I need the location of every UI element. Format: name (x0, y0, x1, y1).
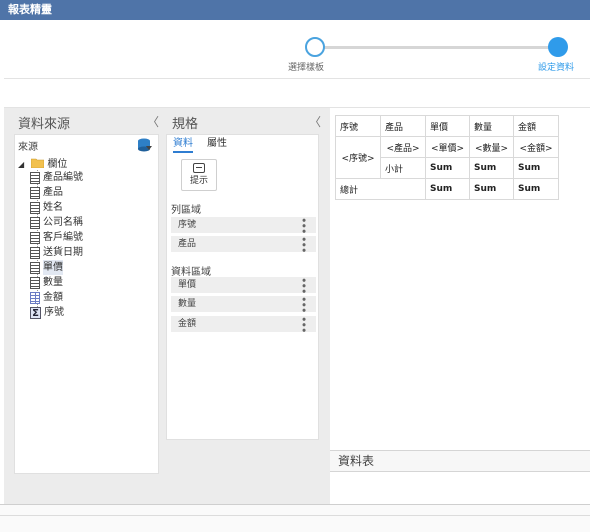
expand-icon[interactable]: ◢ (18, 160, 28, 169)
table-cell[interactable]: 小計 (380, 157, 426, 179)
spec-collapse-icon[interactable]: 〈 (309, 113, 321, 130)
table-cell[interactable]: Sum (469, 178, 514, 200)
table-cell[interactable]: 序號 (335, 115, 381, 137)
tree-field-serial[interactable]: Σ 序號 (30, 305, 64, 320)
toolbar (4, 78, 590, 108)
field-icon (30, 261, 40, 274)
wizard-steps: 選擇樣板 設定資料 (4, 30, 590, 78)
datasource-header: 資料來源 (18, 117, 71, 132)
datasource-collapse-icon[interactable]: 〈 (147, 113, 159, 130)
window-title: 報表精靈 (0, 0, 590, 20)
tree-field-amount[interactable]: 金額 (30, 290, 63, 305)
footer-bar (0, 504, 590, 532)
tree-field-quantity[interactable]: 數量 (30, 275, 63, 290)
tree-field-product[interactable]: 產品 (30, 185, 63, 200)
report-table[interactable]: 序號 產品 單價 數量 金額 <序號> <產品> <單價> <數量> <金額> … (335, 115, 559, 200)
table-cell[interactable]: <金額> (513, 136, 559, 158)
tree-field-customer-id[interactable]: 客戶編號 (30, 230, 83, 245)
table-cell[interactable]: <序號> (335, 136, 381, 179)
sheet-header[interactable]: 資料表 (330, 450, 590, 472)
table-cell[interactable]: Sum (425, 178, 470, 200)
table-cell[interactable]: 單價 (425, 115, 470, 137)
field-icon (30, 246, 40, 259)
sigma-icon: Σ (30, 306, 41, 319)
table-cell[interactable]: <數量> (469, 136, 514, 158)
more-icon[interactable]: ••• (295, 296, 311, 312)
field-icon (30, 216, 40, 229)
wizard-step-set-data[interactable] (548, 37, 568, 57)
table-cell[interactable]: Sum (513, 157, 559, 179)
wizard-step2-label[interactable]: 設定資料 (538, 60, 574, 73)
table-cell[interactable]: 產品 (380, 115, 426, 137)
data-section-label: 資料區域 (171, 267, 211, 278)
table-row: 序號 產品 單價 數量 金額 (335, 115, 559, 137)
database-icon[interactable] (137, 138, 153, 152)
spec-panel: 資料 屬性 提示 列區域 序號 ••• 產品 ••• 資料區域 單價 ••• 數量 ••… (166, 134, 319, 440)
table-cell[interactable]: <產品> (380, 136, 426, 158)
wizard-step-select-template[interactable] (305, 37, 325, 57)
table-cell[interactable]: 總計 (335, 178, 426, 200)
table-cell[interactable]: 金額 (513, 115, 559, 137)
tree-field-company[interactable]: 公司名稱 (30, 215, 83, 230)
table-cell[interactable]: 數量 (469, 115, 514, 137)
chat-bubble-icon (193, 163, 205, 173)
table-cell[interactable]: Sum (425, 157, 470, 179)
calc-field-icon (30, 291, 40, 304)
hint-label: 提示 (189, 176, 208, 186)
tree-field-product-id[interactable]: 產品編號 (30, 170, 83, 185)
tree-field-name[interactable]: 姓名 (30, 200, 63, 215)
spec-header: 規格 (172, 117, 199, 132)
sheet-body (330, 472, 590, 504)
field-icon (30, 201, 40, 214)
folder-icon (30, 158, 45, 169)
field-icon (30, 231, 40, 244)
data-item-quantity[interactable]: 數量 ••• (171, 296, 316, 312)
row-section-label: 列區域 (171, 205, 201, 216)
field-icon (30, 171, 40, 184)
tree-root-label: 欄位 (47, 159, 68, 170)
field-icon (30, 186, 40, 199)
more-icon[interactable]: ••• (295, 277, 311, 293)
row-item-product[interactable]: 產品 ••• (171, 236, 316, 252)
source-label: 來源 (18, 142, 38, 153)
table-cell[interactable]: <單價> (425, 136, 470, 158)
table-row: 總計 Sum Sum Sum (335, 178, 559, 200)
hint-button[interactable]: 提示 (181, 159, 217, 191)
field-icon (30, 276, 40, 289)
tree-root-fields[interactable]: ◢ 欄位 (18, 155, 67, 170)
row-item-serial[interactable]: 序號 ••• (171, 217, 316, 233)
tab-properties[interactable]: 屬性 (207, 137, 227, 153)
tree-field-ship-date[interactable]: 送貨日期 (30, 245, 83, 260)
data-item-unit-price[interactable]: 單價 ••• (171, 277, 316, 293)
more-icon[interactable]: ••• (295, 236, 311, 252)
more-icon[interactable]: ••• (295, 316, 311, 332)
wizard-step1-label[interactable]: 選擇樣板 (288, 60, 324, 73)
table-cell[interactable]: Sum (469, 157, 514, 179)
tab-data[interactable]: 資料 (173, 137, 193, 153)
tree-field-unit-price[interactable]: 單價 (30, 260, 63, 275)
wizard-progress-line (324, 46, 558, 49)
more-icon[interactable]: ••• (295, 217, 311, 233)
table-cell[interactable]: Sum (513, 178, 559, 200)
data-item-amount[interactable]: 金額 ••• (171, 316, 316, 332)
table-row: <序號> <產品> <單價> <數量> <金額> (335, 136, 559, 179)
